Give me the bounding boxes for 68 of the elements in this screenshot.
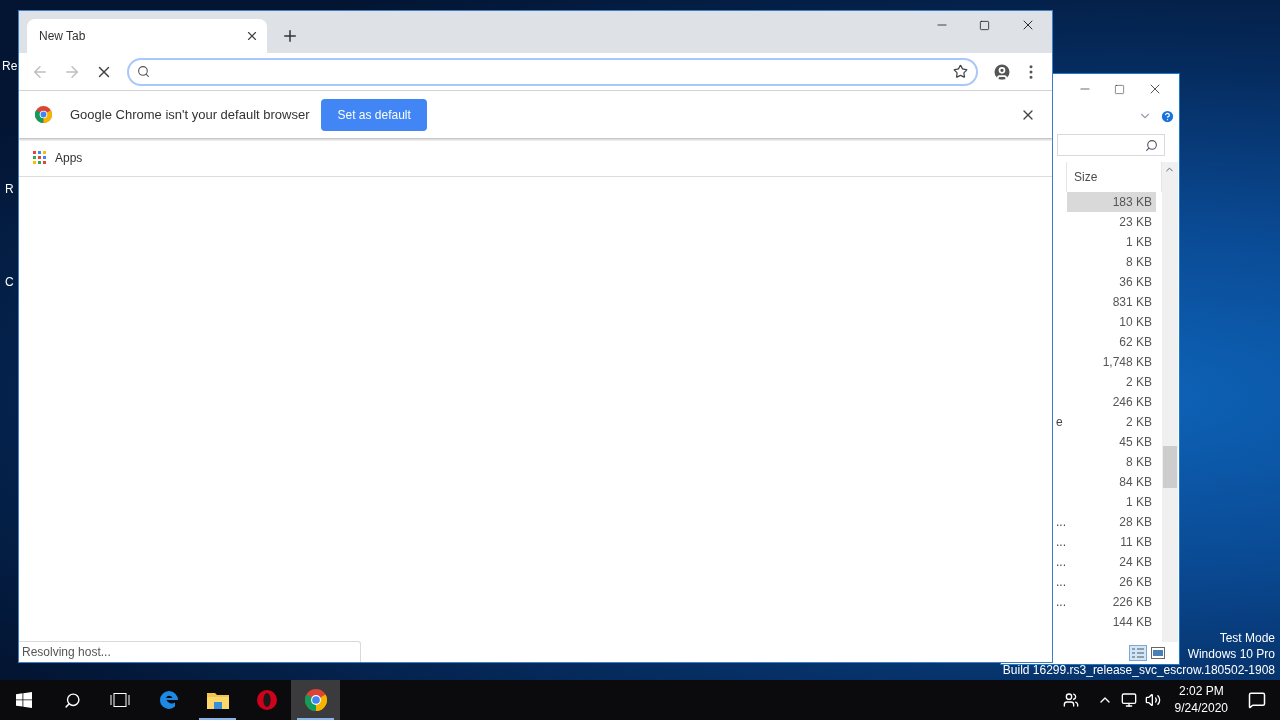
notifications-icon[interactable] (1248, 691, 1266, 709)
volume-icon[interactable] (1144, 692, 1161, 708)
apps-grid-icon (33, 151, 46, 164)
desktop-watermark-text: Build 16299.rs3_release_svc_escrow.180502-1908 (1002, 662, 1275, 678)
file-size-cell[interactable]: 23 KB (1067, 212, 1156, 232)
infobar-message: Google Chrome isn't your default browser (70, 105, 310, 124)
maximize-button[interactable] (1114, 83, 1125, 95)
file-name-cell-text: ... (1056, 554, 1066, 571)
file-size-cell[interactable]: 62 KB (1067, 332, 1156, 352)
file-size-cell[interactable]: 24 KB (1067, 552, 1156, 572)
people-icon[interactable] (1062, 692, 1079, 708)
search-field[interactable] (1057, 134, 1165, 156)
file-size-cell[interactable]: 2 KB (1067, 412, 1156, 432)
browser-tab[interactable]: New Tab (27, 19, 267, 53)
opera-icon (255, 689, 278, 711)
tab-title: New Tab (39, 28, 87, 45)
file-size-cell[interactable]: 246 KB (1067, 392, 1156, 412)
folder-icon (205, 690, 230, 710)
chrome-icon (304, 689, 327, 711)
desktop-icon-label: R (5, 181, 14, 197)
windows-logo-icon (16, 692, 32, 708)
file-size-cell[interactable]: 84 KB (1067, 472, 1156, 492)
bookmark-star-icon[interactable] (953, 64, 968, 79)
search-icon (63, 691, 81, 709)
file-size-cell[interactable]: 28 KB (1067, 512, 1156, 532)
file-size-cell[interactable]: 8 KB (1067, 252, 1156, 272)
task-view-icon (110, 693, 130, 707)
clock[interactable]: 2:02 PM 9/24/2020 (1168, 683, 1234, 717)
profile-icon[interactable] (992, 61, 1012, 82)
file-size-cell[interactable]: 45 KB (1067, 432, 1156, 452)
edge-browser-icon (157, 689, 180, 711)
preview-view-icon[interactable] (1151, 647, 1165, 659)
file-size-cell[interactable]: 226 KB (1067, 592, 1156, 612)
file-name-cell-text: e (1056, 414, 1063, 431)
file-size-cell[interactable]: 26 KB (1067, 572, 1156, 592)
network-icon[interactable] (1120, 692, 1137, 708)
desktop-watermark-text: Test Mode (1219, 630, 1275, 646)
taskbar-app-button[interactable] (291, 680, 340, 720)
file-name-cell-text: ... (1056, 574, 1066, 591)
file-size-cell[interactable]: 831 KB (1067, 292, 1156, 312)
new-tab-button[interactable] (281, 27, 299, 45)
desktop-icon-label: C (5, 274, 14, 290)
status-bubble: Resolving host... (19, 641, 361, 662)
file-size-cell[interactable]: 144 KB (1067, 612, 1156, 632)
file-size-cell[interactable]: 2 KB (1067, 372, 1156, 392)
search-icon (137, 65, 150, 78)
search-icon (1145, 138, 1158, 152)
file-size-cell[interactable]: 8 KB (1067, 452, 1156, 472)
file-name-cell-text: ... (1056, 534, 1066, 551)
file-size-cell[interactable]: 1,748 KB (1067, 352, 1156, 372)
set-default-button[interactable]: Set as default (321, 98, 427, 131)
close-tab-icon[interactable] (245, 29, 259, 43)
file-size-cell[interactable]: 10 KB (1067, 312, 1156, 332)
scrollbar[interactable] (1162, 162, 1178, 642)
help-icon[interactable] (1160, 108, 1175, 124)
chrome-logo-icon (35, 106, 52, 123)
file-name-cell-text: ... (1056, 594, 1066, 611)
file-size-cell[interactable]: 1 KB (1067, 232, 1156, 252)
maximize-button[interactable] (979, 19, 990, 31)
file-size-cell[interactable]: 1 KB (1067, 492, 1156, 512)
file-name-cell-text: ... (1056, 514, 1066, 531)
file-size-cell[interactable]: 36 KB (1067, 272, 1156, 292)
desktop-watermark-text: Windows 10 Pro (1187, 646, 1275, 662)
file-size-cell[interactable]: 183 KB (1067, 192, 1156, 212)
desktop-icon-label: Re (2, 58, 18, 74)
scrollbar-thumb[interactable] (1163, 446, 1177, 488)
file-size-cell[interactable]: 11 KB (1067, 532, 1156, 552)
bookmark-item[interactable]: Apps (33, 148, 83, 167)
